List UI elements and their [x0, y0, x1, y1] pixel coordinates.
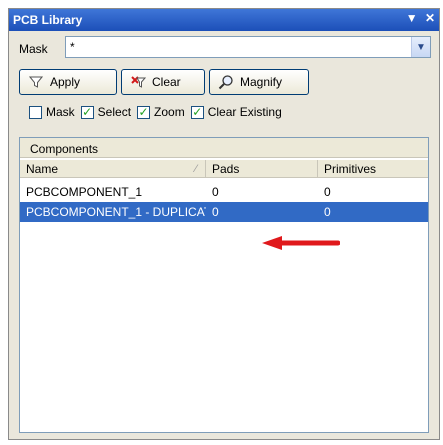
zoom-checkbox[interactable]: ✓: [137, 105, 151, 119]
cell-pads: 0: [212, 185, 219, 199]
mask-combobox[interactable]: * ▼: [65, 36, 431, 58]
components-header-row: Name ⁄ Pads Primitives: [20, 160, 428, 178]
cell-primitives: 0: [324, 205, 331, 219]
clear-button[interactable]: Clear: [121, 69, 205, 95]
clear-filter-icon: [130, 74, 146, 90]
chevron-down-icon[interactable]: ▼: [411, 37, 430, 57]
column-header-pads-label: Pads: [212, 162, 240, 176]
zoom-options: Mask ✓ Select ✓ Zoom ✓ Clear Existing: [29, 104, 282, 120]
panel-menu-close-controls[interactable]: ▼ ✕: [406, 11, 437, 25]
pcb-library-panel: PCB Library ▼ ✕ Mask * ▼ Apply Clear Mag…: [8, 8, 440, 440]
clear-button-label: Clear: [152, 75, 181, 89]
apply-button[interactable]: Apply: [19, 69, 117, 95]
zoom-option-label: Zoom: [154, 105, 185, 119]
mask-input-value[interactable]: *: [70, 40, 75, 54]
mask-checkbox[interactable]: [29, 105, 42, 119]
mask-label: Mask: [19, 42, 48, 56]
mask-option-label: Mask: [46, 105, 75, 119]
cell-name: PCBCOMPONENT_1: [26, 185, 143, 199]
panel-title: PCB Library: [13, 13, 83, 27]
clear-existing-checkbox[interactable]: ✓: [190, 105, 204, 119]
zoom-option[interactable]: ✓ Zoom: [137, 105, 185, 119]
mask-option[interactable]: Mask: [29, 105, 75, 119]
magnifier-icon: [218, 74, 234, 90]
column-header-name[interactable]: Name ⁄: [20, 160, 206, 178]
clear-existing-option[interactable]: ✓ Clear Existing: [190, 105, 282, 119]
components-title-text: Components: [30, 142, 99, 156]
annotation-arrow-icon: [262, 236, 340, 250]
cell-name: PCBCOMPONENT_1 - DUPLICATE: [26, 205, 206, 219]
components-grid: Components Name ⁄ Pads Primitives PCBCOM…: [19, 137, 429, 433]
magnify-button[interactable]: Magnify: [209, 69, 309, 95]
column-header-name-label: Name: [26, 162, 59, 176]
column-header-primitives[interactable]: Primitives: [318, 160, 428, 178]
cell-primitives: 0: [324, 185, 331, 199]
magnify-button-label: Magnify: [240, 75, 283, 89]
select-checkbox[interactable]: ✓: [80, 105, 94, 119]
clear-existing-option-label: Clear Existing: [207, 105, 282, 119]
column-header-primitives-label: Primitives: [324, 162, 377, 176]
cell-pads: 0: [212, 205, 219, 219]
table-row[interactable]: PCBCOMPONENT_1 - DUPLICATE 0 0: [20, 202, 428, 222]
column-header-pads[interactable]: Pads: [206, 160, 318, 178]
filter-icon: [28, 74, 44, 90]
select-option-label: Select: [97, 105, 132, 119]
panel-titlebar: PCB Library ▼ ✕: [9, 9, 439, 31]
components-grid-title: Components: [20, 138, 428, 158]
apply-button-label: Apply: [50, 75, 81, 89]
table-row[interactable]: PCBCOMPONENT_1 0 0: [20, 182, 428, 202]
select-option[interactable]: ✓ Select: [80, 105, 132, 119]
sort-ascending-icon: ⁄: [195, 163, 197, 175]
